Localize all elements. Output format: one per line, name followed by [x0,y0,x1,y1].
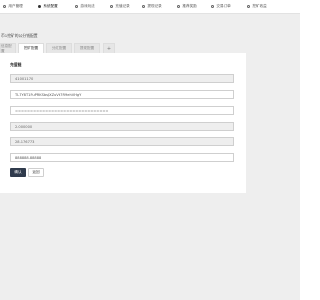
config-field-1: 41001170 [10,74,234,83]
config-field-3[interactable]: =============================== [10,106,234,115]
order-icon [211,4,215,9]
nav-item-referral-rewards[interactable]: 推荐奖励 [177,0,197,13]
config-field-6[interactable]: 888888.88888 [10,153,234,162]
nav-item-game-rules[interactable]: 游戏玩法 [75,0,95,13]
nav-item-system-config[interactable]: 系统配置 [38,0,58,13]
nav-item-label: 系统配置 [43,4,58,8]
nav-item-label: 交易订单 [216,4,231,8]
nav-item-label: 推荐奖励 [182,4,197,8]
back-button[interactable]: 返回 [28,168,44,177]
gear-icon [38,4,42,9]
nav-item-mining-income[interactable]: 挖矿收益 [247,0,267,13]
withdraw-icon [142,4,146,9]
nav-item-trade-orders[interactable]: 交易订单 [211,0,231,13]
nav-item-recharge-records[interactable]: 充值记录 [110,0,130,13]
nav-item-label: 充值记录 [115,4,130,8]
nav-item-label: 游戏玩法 [80,4,95,8]
reward-icon [177,4,181,9]
nav-item-withdraw-records[interactable]: 提现记录 [142,0,162,13]
user-icon [3,4,7,9]
tab-withdraw-config[interactable]: 提现配置 [74,43,100,53]
config-field-2[interactable]: TL7Y8T1FuPRKSbsJXZuVt7R9ehVHgY [10,90,234,99]
tab-info-config[interactable]: 信息配置 [0,43,16,53]
nav-item-users[interactable]: 用户管理 [3,0,23,13]
mining-icon [247,4,251,9]
confirm-button[interactable]: 确认 [10,168,26,177]
config-field-4: 2.000000 [10,122,234,131]
page-title: 币1挖矿的公分钱配置 [1,33,38,38]
top-nav-bar: 用户管理 系统配置 游戏玩法 充值记录 提现记录 推荐奖励 交易订单 挖矿收益 [0,0,300,14]
nav-item-label: 提现记录 [147,4,162,8]
section-label: 充值链 [10,62,22,67]
tab-mining-config[interactable]: 挖矿配置 [18,43,44,53]
game-icon [75,4,79,9]
add-tab-button[interactable]: + [103,43,115,53]
nav-item-label: 挖矿收益 [252,4,267,8]
config-field-5: 28.176773 [10,137,234,146]
nav-item-label: 用户管理 [8,4,23,8]
tab-dividend-config[interactable]: 分红配置 [46,43,72,53]
wallet-icon [110,4,114,9]
